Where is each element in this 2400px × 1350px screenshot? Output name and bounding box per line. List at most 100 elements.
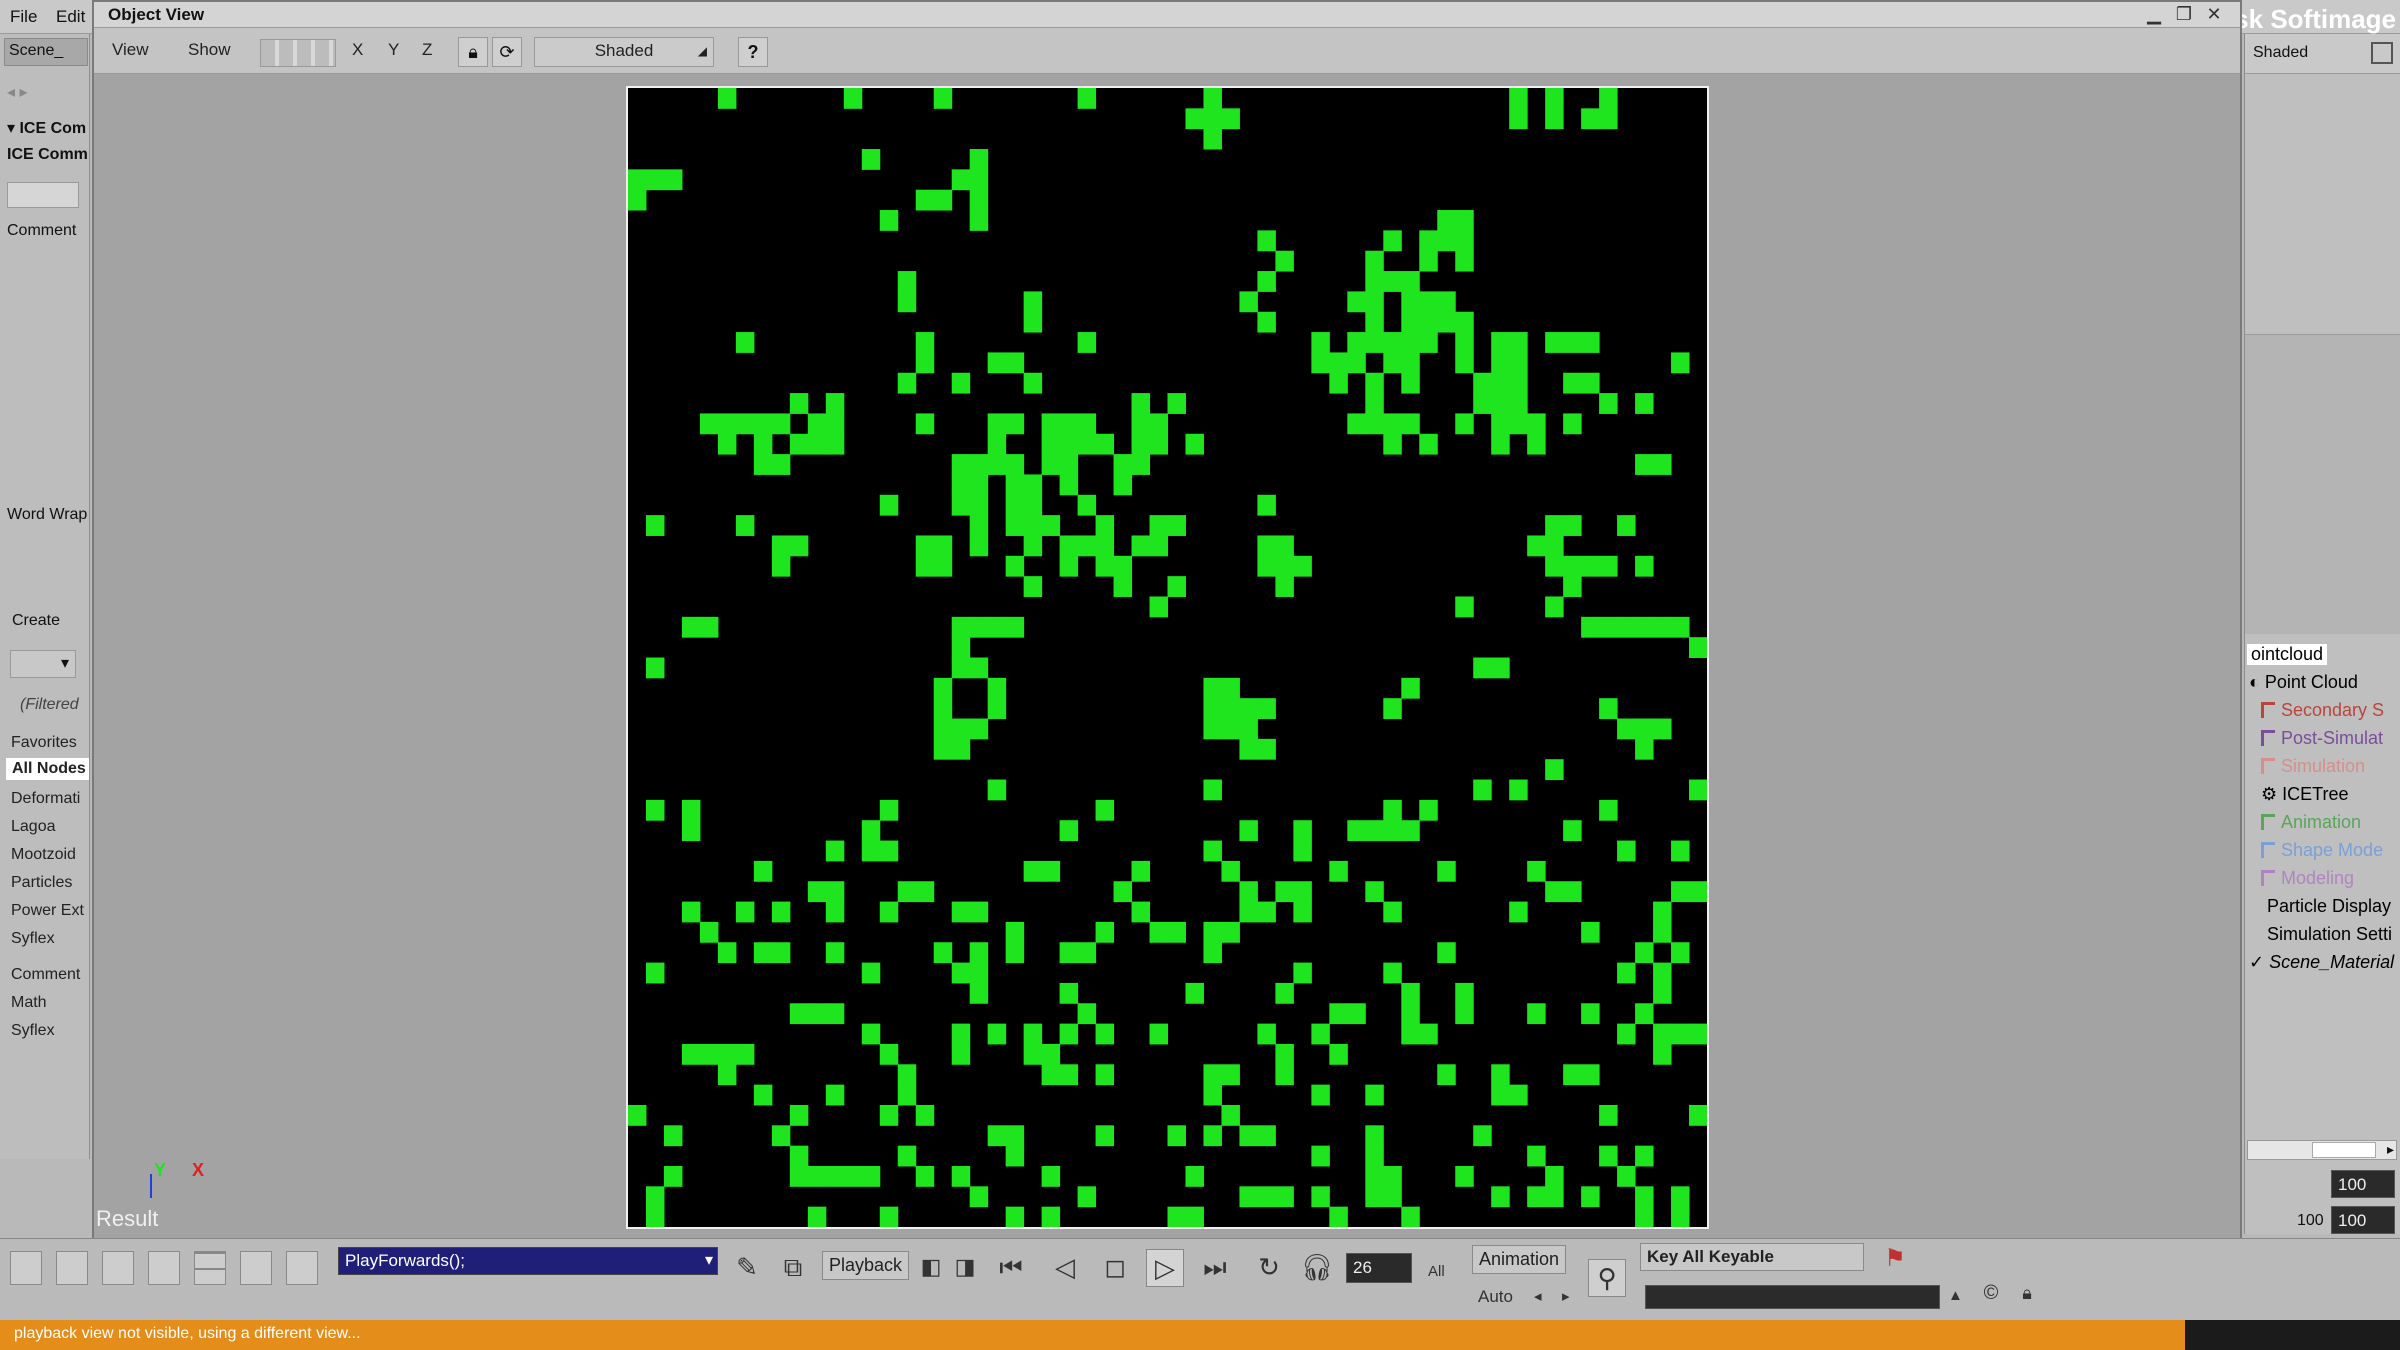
x-axis-button[interactable]: X (346, 37, 369, 67)
maximize-view-icon[interactable] (2371, 42, 2393, 64)
animation-menu-button[interactable]: Animation (1472, 1245, 1567, 1274)
audio-icon[interactable]: 🎧︎ (1298, 1249, 1336, 1287)
maximize-icon[interactable]: ❐ (2172, 4, 2196, 24)
category-syflex-2[interactable]: Syflex (11, 1022, 55, 1040)
scene-tab[interactable]: Scene_ (4, 38, 88, 66)
live-cell (1527, 535, 1546, 557)
category-all-nodes[interactable]: All Nodes (6, 758, 89, 780)
explorer-item[interactable]: Shape Mode (2261, 840, 2383, 861)
show-menu-button[interactable]: Show (182, 37, 237, 67)
key-all-keyable-button[interactable]: Key All Keyable (1640, 1243, 1864, 1271)
minimize-icon[interactable]: ▁ (2142, 4, 2166, 24)
z-axis-button[interactable]: Z (416, 37, 438, 67)
key-slider-bar[interactable] (1645, 1285, 1940, 1309)
script-editor-icon[interactable]: ✎ (728, 1249, 766, 1287)
shading-mode-dropdown[interactable]: Shaded ◢ (534, 37, 714, 67)
last-frame-icon[interactable]: ⏭ (1196, 1249, 1234, 1287)
next-key-icon[interactable]: ◨ (946, 1249, 984, 1287)
category-favorites[interactable]: Favorites (11, 734, 77, 752)
live-cell (1473, 372, 1492, 394)
lock-key-icon[interactable]: 🔒︎ (2012, 1279, 2042, 1309)
frame-range-end-field[interactable]: 100 (2331, 1206, 2395, 1234)
ice-comment-tab[interactable]: ICE Comm (7, 146, 88, 164)
script-command-field[interactable]: PlayForwards(); ▾ (338, 1247, 718, 1275)
auto-key-toggle[interactable]: Auto (1478, 1287, 1513, 1307)
right-shading-dropdown[interactable]: Shaded (2253, 44, 2308, 62)
category-lagoa[interactable]: Lagoa (11, 818, 56, 836)
object-view-viewport[interactable]: Y X Result (94, 74, 2240, 1238)
render-canvas[interactable] (626, 86, 1709, 1229)
keyframe-icon[interactable]: ⚑ (1876, 1241, 1914, 1279)
explorer-item[interactable]: Post-Simulat (2261, 728, 2383, 749)
lock-icon[interactable]: 🔒︎ (458, 37, 488, 67)
layout-right-icon[interactable] (148, 1251, 180, 1285)
view-menu-button[interactable]: View (106, 37, 155, 67)
live-cell (915, 189, 935, 211)
live-cell (1221, 860, 1240, 882)
explorer-item[interactable]: Secondary S (2261, 700, 2384, 721)
slider-up-icon[interactable]: ▲ (1948, 1287, 1963, 1304)
explorer-item[interactable]: Modeling (2261, 868, 2354, 889)
close-icon[interactable]: ✕ (2202, 4, 2226, 24)
first-frame-icon[interactable]: ⏮ (992, 1249, 1030, 1287)
current-frame-field[interactable]: 26 (1346, 1253, 1412, 1283)
category-mootzoid[interactable]: Mootzoid (11, 846, 76, 864)
layout-top-icon[interactable] (56, 1251, 88, 1285)
category-deformation[interactable]: Deformati (11, 790, 80, 808)
next-key-small-icon[interactable]: ▸ (1562, 1287, 1570, 1305)
scrollbar-thumb[interactable] (2312, 1142, 2376, 1158)
category-syflex[interactable]: Syflex (11, 930, 55, 948)
explorer-item[interactable]: Particle Display (2267, 896, 2391, 917)
step-back-icon[interactable]: ◁ (1046, 1249, 1084, 1287)
explorer-item[interactable]: Simulation Setti (2267, 924, 2392, 945)
right-panel: Shaded ointcloud ◐ Point Cloud Secondary S… (2244, 34, 2400, 1234)
script-snapshot-icon[interactable]: ⧉ (774, 1249, 812, 1287)
loop-icon[interactable]: ↻ (1250, 1249, 1288, 1287)
menu-file[interactable]: File (10, 7, 37, 27)
layout-strip-icon[interactable] (260, 39, 336, 67)
live-cell (1527, 1003, 1546, 1025)
explorer-item[interactable]: ◐ Point Cloud (2249, 672, 2358, 693)
explorer-item[interactable]: ointcloud (2247, 644, 2328, 665)
create-menu[interactable]: Create (12, 612, 60, 630)
layout-quad-icon[interactable] (194, 1251, 226, 1285)
comment-color-swatch[interactable] (7, 182, 79, 208)
category-power-ext[interactable]: Power Ext (11, 902, 84, 920)
category-particles[interactable]: Particles (11, 874, 72, 892)
menu-edit[interactable]: Edit (56, 7, 85, 27)
refresh-key-icon[interactable]: © (1976, 1279, 2006, 1309)
all-frames-toggle[interactable]: All (1428, 1263, 1445, 1280)
explorer-item[interactable]: ⚙ ICETree (2261, 784, 2349, 805)
prev-key-icon[interactable]: ◧ (912, 1249, 950, 1287)
stop-icon[interactable]: ◻ (1096, 1249, 1134, 1287)
explorer-item[interactable]: ✓ Scene_Material (2249, 952, 2394, 973)
object-view-titlebar[interactable]: Object View ▁ ❐ ✕ (94, 2, 2240, 28)
category-comment[interactable]: Comment (11, 966, 80, 984)
playback-menu-button[interactable]: Playback (822, 1251, 910, 1280)
explorer-item[interactable]: Animation (2261, 812, 2361, 833)
explorer-scrollbar[interactable]: ▸ (2247, 1140, 2397, 1160)
layout-custom-icon[interactable] (286, 1251, 318, 1285)
node-filter-dropdown[interactable]: ▾ (10, 650, 76, 678)
live-cell (1491, 413, 1510, 435)
right-panel-viewport[interactable] (2245, 334, 2400, 634)
layout-single-icon[interactable] (10, 1251, 42, 1285)
help-button[interactable]: ? (738, 37, 768, 67)
chevron-down-icon[interactable]: ▾ (705, 1250, 713, 1270)
scroll-right-icon[interactable]: ▸ (2387, 1141, 2394, 1158)
layout-bottom-icon[interactable] (102, 1251, 134, 1285)
live-cell (1077, 1186, 1097, 1208)
layout-vertical-icon[interactable] (240, 1251, 272, 1285)
y-axis-button[interactable]: Y (382, 37, 405, 67)
set-key-icon[interactable]: ⚲ (1588, 1259, 1626, 1297)
ice-comment-header[interactable]: ▾ ICE Com (7, 118, 86, 138)
play-forward-icon[interactable]: ▷ (1146, 1249, 1184, 1287)
word-wrap-label[interactable]: Word Wrap (7, 506, 87, 524)
nav-arrows-icon[interactable]: ◂ ▸ (7, 82, 28, 102)
live-cell (1491, 372, 1510, 394)
category-math[interactable]: Math (11, 994, 47, 1012)
prev-key-small-icon[interactable]: ◂ (1534, 1287, 1542, 1305)
refresh-icon[interactable]: ⟳ (492, 37, 522, 67)
frame-end-field[interactable]: 100 (2331, 1170, 2395, 1198)
explorer-item[interactable]: Simulation (2261, 756, 2365, 777)
